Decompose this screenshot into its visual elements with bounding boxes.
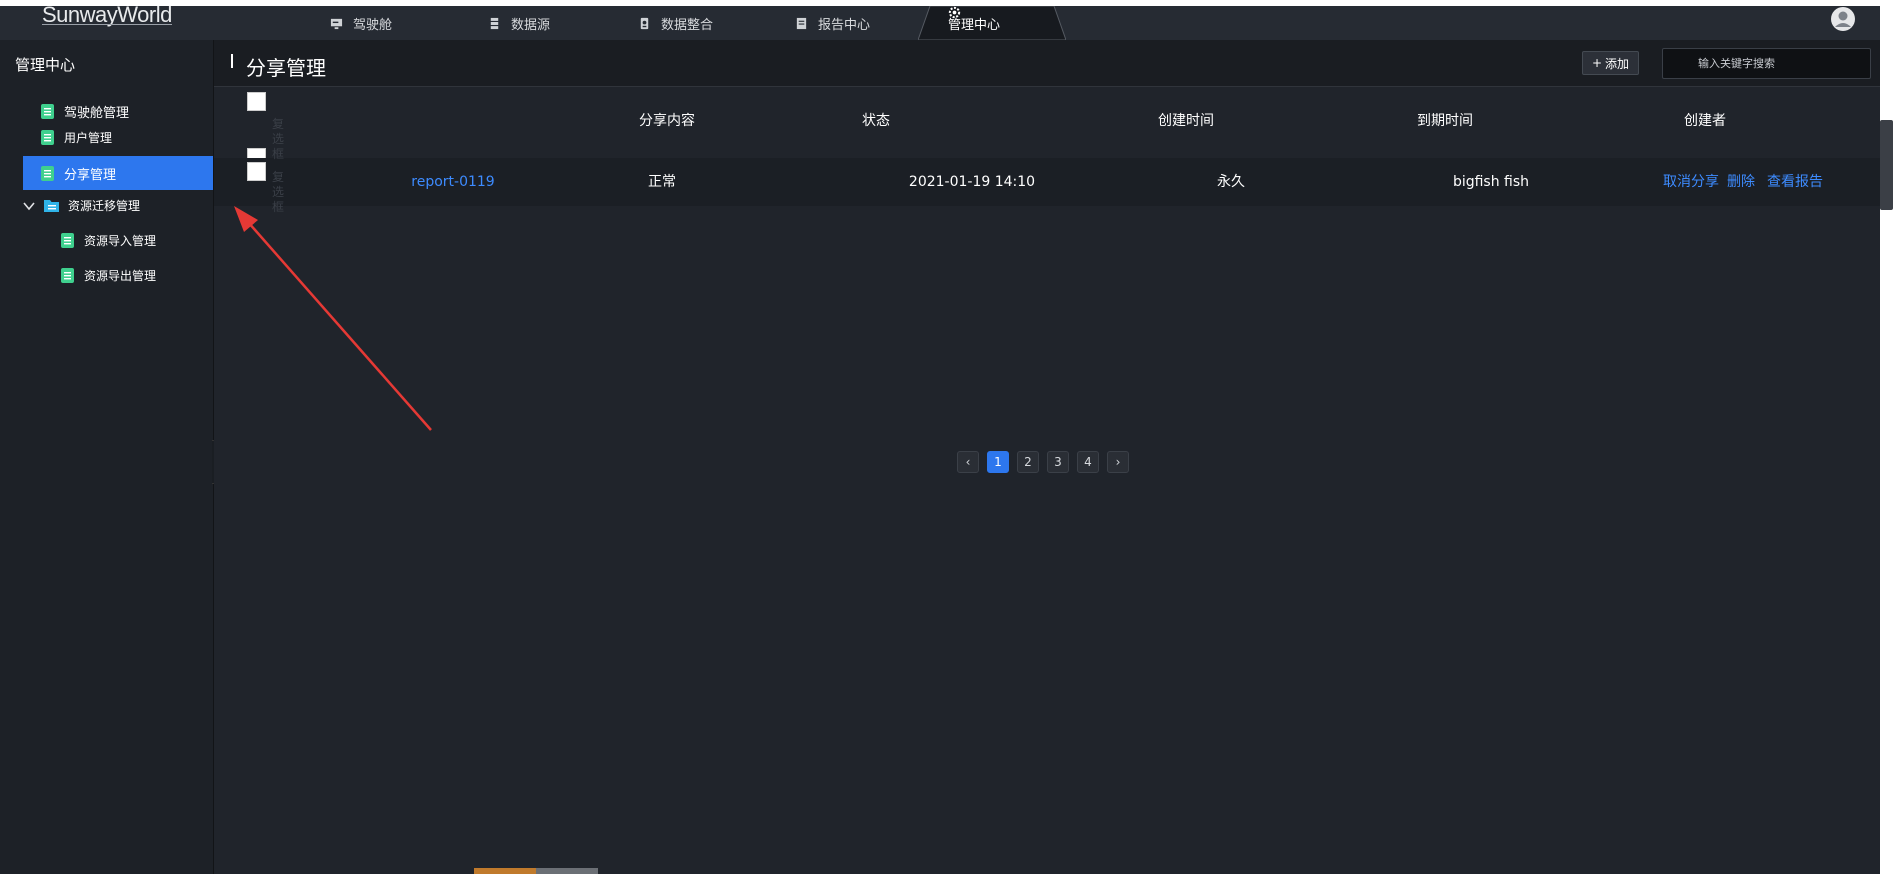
cell-expires: 永久: [1217, 174, 1245, 190]
page-button-4[interactable]: 4: [1077, 451, 1099, 473]
select-all-ghost-label: 复选框: [272, 117, 285, 161]
sidebar-item-share-management[interactable]: 分享管理: [23, 156, 213, 190]
delete-link[interactable]: 删除: [1727, 158, 1755, 206]
page-button-3[interactable]: 3: [1047, 451, 1069, 473]
share-content-link[interactable]: report-0119: [353, 158, 553, 206]
nav-tab-label: 报告中心: [818, 17, 871, 33]
nav-tab-integration[interactable]: 数据整合: [638, 6, 713, 40]
add-button-label: 添加: [1605, 56, 1630, 71]
document-icon: [41, 165, 54, 181]
document-icon: [41, 104, 54, 119]
document-icon: [61, 233, 74, 248]
sidebar: 管理中心 驾驶舱管理 用户管理 分享管理 资源迁移管理 资源导入管理 资源导出管…: [0, 40, 214, 874]
sidebar-item-resource-import[interactable]: 资源导入管理: [60, 232, 156, 249]
search-input[interactable]: 输入关键字搜索: [1662, 48, 1871, 79]
sidebar-item-label: 用户管理: [64, 131, 113, 145]
sidebar-title: 管理中心: [15, 56, 76, 74]
column-header-created: 创建时间: [1158, 113, 1214, 129]
page-title: 分享管理: [246, 56, 326, 80]
plus-icon: +: [1591, 56, 1603, 70]
table-header: 分享内容 状态 创建时间 到期时间 创建者 操作: [214, 96, 1893, 167]
nav-tab-admin-inner: 管理中心: [948, 6, 1000, 40]
nav-tab-datasource[interactable]: 数据源: [488, 6, 550, 40]
next-page-button[interactable]: ›: [1107, 451, 1129, 473]
folder-icon: [44, 200, 59, 212]
integration-icon: [640, 17, 649, 29]
share-content-text: report-0119: [411, 174, 495, 190]
select-all-checkbox-box[interactable]: [247, 92, 266, 111]
database-icon: [490, 17, 499, 29]
page-button-1[interactable]: 1: [987, 451, 1009, 473]
nav-tab-admin-center[interactable]: 管理中心: [918, 6, 1066, 40]
pagination: ‹ 1 2 3 4 ›: [957, 451, 1129, 473]
sidebar-item-resource-migration[interactable]: 资源迁移管理: [23, 197, 140, 214]
column-header-content: 分享内容: [639, 113, 695, 129]
column-header-creator: 创建者: [1684, 113, 1726, 129]
add-button[interactable]: + 添加: [1582, 51, 1639, 75]
cell-creator: bigfish fish: [1452, 174, 1530, 190]
table-row: report-0119 正常 2021-01-19 14:10 永久 bigfi…: [214, 158, 1880, 206]
chevron-left-icon: ‹: [965, 455, 971, 469]
scrollbar-thumb[interactable]: [1880, 120, 1893, 210]
top-nav-bar: SunwayWorld 驾驶舱 数据源 数据整合 报告中心 管理中心: [0, 4, 1880, 40]
nav-tab-label: 数据整合: [661, 17, 714, 33]
taskbar-strip: [474, 868, 536, 874]
report-icon: [796, 17, 807, 29]
cell-created: 2021-01-19 14:10: [908, 174, 1036, 190]
taskbar-strip: [536, 868, 598, 874]
page-button-2[interactable]: 2: [1017, 451, 1039, 473]
nav-tab-label: 数据源: [511, 17, 551, 33]
sidebar-item-cockpit-management[interactable]: 驾驶舱管理: [40, 102, 129, 121]
nav-tab-report-center[interactable]: 报告中心: [795, 6, 870, 40]
logo-underline: [42, 24, 172, 25]
document-icon: [61, 268, 74, 283]
chevron-right-icon: ›: [1115, 455, 1121, 469]
cell-status: 正常: [648, 174, 676, 190]
monitor-icon: [330, 18, 343, 29]
user-avatar-icon[interactable]: [1830, 6, 1856, 32]
cancel-share-link[interactable]: 取消分享: [1663, 158, 1719, 206]
main-content: 分享管理 + 添加 输入关键字搜索 分享内容 状态 创建时间 到期时间 创建者 …: [214, 40, 1893, 874]
sidebar-item-user-management[interactable]: 用户管理: [40, 129, 112, 146]
row-select-ghost-label: 复选框: [272, 170, 285, 214]
sidebar-item-label: 资源导入管理: [84, 234, 157, 248]
app-logo[interactable]: SunwayWorld: [42, 4, 172, 26]
column-header-status: 状态: [862, 113, 890, 129]
sidebar-item-label: 分享管理: [64, 167, 117, 183]
sidebar-item-label: 资源迁移管理: [68, 199, 141, 213]
gear-icon: [948, 6, 961, 19]
nav-tab-cockpit[interactable]: 驾驶舱: [330, 6, 392, 40]
document-icon: [41, 130, 54, 145]
sidebar-item-label: 资源导出管理: [84, 269, 157, 283]
title-accent-bar: [231, 54, 233, 68]
column-header-expires: 到期时间: [1417, 113, 1473, 129]
row-actions: 取消分享 删除 查看报告: [1663, 158, 1823, 206]
chevron-down-icon: [23, 201, 35, 210]
sidebar-item-label: 驾驶舱管理: [64, 106, 130, 121]
page-header: 分享管理 + 添加 输入关键字搜索: [214, 40, 1880, 87]
prev-page-button[interactable]: ‹: [957, 451, 979, 473]
row-select-checkbox[interactable]: [247, 162, 266, 181]
sidebar-item-resource-export[interactable]: 资源导出管理: [60, 267, 156, 284]
nav-tab-label: 驾驶舱: [353, 17, 393, 33]
view-report-link[interactable]: 查看报告: [1767, 158, 1823, 206]
